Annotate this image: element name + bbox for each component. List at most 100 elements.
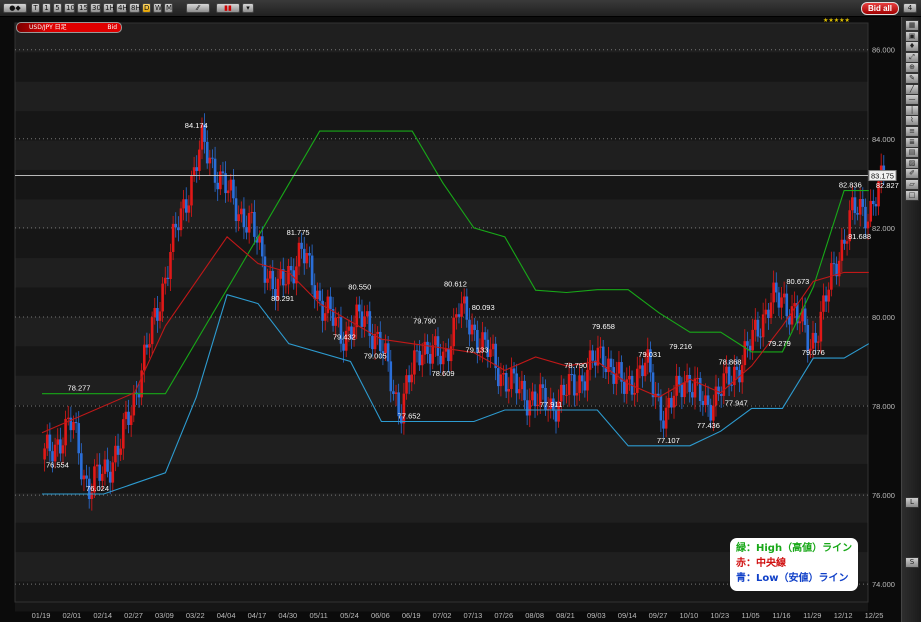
timeframe-button[interactable]: 30	[90, 3, 101, 13]
candle-body	[528, 400, 532, 416]
y-tick-label: 74.000	[872, 580, 895, 589]
candle-body	[334, 317, 338, 326]
candle-body	[237, 214, 240, 222]
candle-body	[326, 296, 330, 314]
timeframe-button[interactable]: M	[164, 3, 173, 13]
drawing-tool-icon[interactable]: ▣	[905, 30, 919, 42]
candle-body	[61, 445, 65, 454]
timeframe-button[interactable]: T	[31, 3, 40, 13]
candle-body	[504, 373, 508, 392]
candle-body	[308, 253, 311, 256]
price-annotation: 82.836	[839, 181, 862, 190]
x-tick-label: 12/25	[865, 611, 884, 620]
drawing-tool-icon[interactable]: ▦	[905, 20, 919, 31]
candle-body	[174, 223, 178, 228]
drawing-tool-icon[interactable]: ╱	[905, 83, 919, 95]
drawing-tool-icon[interactable]: ✎	[905, 73, 919, 84]
zoom-level-icon[interactable]: L	[905, 497, 919, 508]
panel-toggle-icon[interactable]: 4	[903, 3, 917, 13]
candle-body	[811, 332, 815, 349]
instrument-tab[interactable]: USD/JPY 日足 Bid	[16, 22, 122, 33]
timeframe-button[interactable]: W	[153, 3, 162, 13]
timeframe-button[interactable]: D	[142, 3, 151, 13]
candle-body	[759, 336, 762, 338]
candle-body	[691, 392, 694, 398]
candle-body	[171, 223, 175, 253]
candle-body	[743, 341, 747, 366]
timeframe-button[interactable]: 1H	[103, 3, 115, 13]
candle-body	[722, 373, 726, 396]
candle-body	[806, 324, 810, 351]
candle-body	[460, 303, 463, 317]
drawing-tool-icon[interactable]: ≣	[905, 136, 919, 148]
candle-body	[426, 341, 429, 354]
timeframe-button[interactable]: 4H	[116, 3, 128, 13]
candle-type-button[interactable]: ▮▮	[216, 3, 240, 13]
candle-body	[767, 309, 770, 319]
candle-body	[226, 190, 230, 194]
drawing-tool-icon[interactable]: │	[905, 104, 919, 116]
timeframe-button[interactable]: 1	[42, 3, 51, 13]
instrument-symbol: USD/JPY 日足	[29, 24, 67, 31]
candle-body	[793, 303, 796, 307]
price-annotation: 79.790	[413, 316, 436, 325]
candle-body	[780, 297, 783, 308]
drawing-tool-icon[interactable]: ✐	[905, 168, 919, 180]
x-tick-label: 11/29	[803, 611, 821, 620]
candle-body	[583, 381, 587, 391]
background-band	[15, 52, 868, 83]
candle-body	[418, 350, 421, 366]
candle-body	[434, 336, 437, 346]
x-tick-label: 06/06	[371, 611, 390, 620]
candle-body	[234, 198, 238, 222]
zoom-slider-icon[interactable]: S	[905, 557, 919, 568]
timeframe-button[interactable]: 10	[64, 3, 75, 13]
drawing-tool-icon[interactable]: —	[905, 94, 919, 106]
candle-body	[163, 277, 167, 284]
timeframe-button[interactable]: 5	[53, 3, 62, 13]
candle-body	[698, 377, 702, 402]
background-band	[15, 169, 868, 200]
candle-body	[814, 332, 817, 343]
drawing-tool-icon[interactable]: □	[905, 189, 919, 201]
x-tick-label: 01/19	[32, 611, 51, 620]
drawing-tool-icon[interactable]: ♦	[905, 41, 919, 53]
candle-body	[541, 384, 545, 389]
candle-body	[591, 350, 595, 361]
rating-stars-icon: ★★★★★	[823, 17, 850, 24]
price-annotation: 76.554	[46, 460, 69, 469]
drawing-tool-icon[interactable]: ⊕	[905, 62, 919, 74]
candle-body	[523, 380, 526, 401]
drawing-tool-icon[interactable]: ≡	[905, 126, 919, 137]
candle-body	[457, 314, 461, 317]
candle-body	[247, 213, 251, 233]
candle-body	[840, 239, 844, 261]
drawing-tool-icon[interactable]: ⌇	[905, 115, 919, 127]
line-type-button[interactable]: ⁄⁄	[186, 3, 210, 13]
timeframe-button[interactable]: 8H	[129, 3, 141, 13]
drawing-tool-icon[interactable]: ⤢	[905, 51, 919, 63]
candle-body	[628, 375, 631, 380]
candle-body	[559, 384, 563, 402]
candle-body	[371, 335, 374, 350]
candle-body	[578, 375, 581, 393]
candle-body	[150, 317, 154, 345]
candle-body	[601, 346, 605, 368]
candle-body	[761, 314, 765, 338]
drawing-tool-icon[interactable]: ▨	[905, 157, 919, 169]
x-tick-label: 12/12	[834, 611, 853, 620]
drawing-tool-icon[interactable]: ▤	[905, 147, 919, 159]
x-tick-label: 10/10	[679, 611, 698, 620]
price-chart: 86.000 84.000 82.000 80.000 78.000 76.000 74.0…	[14, 22, 899, 620]
drawing-tool-icon[interactable]: ▱	[905, 179, 919, 190]
chart-options-dropdown[interactable]: ▾	[242, 3, 254, 13]
candle-body	[415, 350, 419, 352]
candle-body	[208, 157, 212, 164]
chart-menu-icon[interactable]: ●◆	[3, 3, 27, 13]
bid-all-button[interactable]: Bid all	[860, 2, 899, 15]
timeframe-button[interactable]: 15	[77, 3, 88, 13]
price-annotation: 81.775	[287, 228, 310, 237]
legend-high: 緑：High（高値）ライン	[736, 543, 853, 554]
candle-body	[431, 345, 435, 364]
candle-body	[132, 392, 136, 416]
